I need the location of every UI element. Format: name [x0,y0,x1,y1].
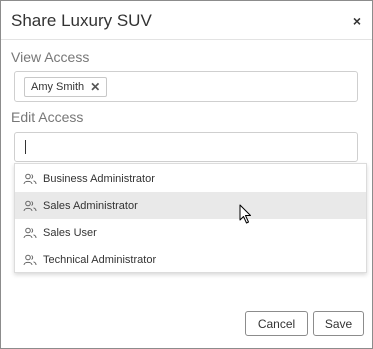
close-button[interactable]: × [353,14,361,28]
option-label: Technical Administrator [43,253,157,266]
users-icon [23,227,37,239]
option-label: Business Administrator [43,172,155,185]
edit-access-label: Edit Access [11,109,84,125]
users-icon [23,200,37,212]
share-dialog: Share Luxury SUV × View Access Amy Smith… [0,0,373,349]
dialog-title: Share Luxury SUV [11,11,152,30]
option-technical-administrator[interactable]: Technical Administrator [15,246,366,273]
users-icon [23,173,37,185]
save-button[interactable]: Save [313,311,364,336]
option-sales-administrator[interactable]: Sales Administrator [15,192,366,219]
option-sales-user[interactable]: Sales User [15,219,366,246]
edit-access-input[interactable] [14,132,358,162]
view-access-field[interactable]: Amy Smith ✕ [14,71,358,102]
users-icon [23,254,37,266]
edit-access-dropdown: Business Administrator Sales Administrat… [14,163,367,273]
user-chip-label: Amy Smith [31,81,85,93]
text-caret [25,140,26,154]
option-business-administrator[interactable]: Business Administrator [15,165,366,192]
mouse-pointer-icon [239,204,253,230]
dialog-header: Share Luxury SUV × [1,1,372,40]
chip-remove-button[interactable]: ✕ [90,80,100,94]
option-label: Sales User [43,226,97,239]
cancel-button[interactable]: Cancel [245,311,308,336]
user-chip: Amy Smith ✕ [24,77,108,97]
view-access-label: View Access [11,49,90,65]
option-label: Sales Administrator [43,199,138,212]
